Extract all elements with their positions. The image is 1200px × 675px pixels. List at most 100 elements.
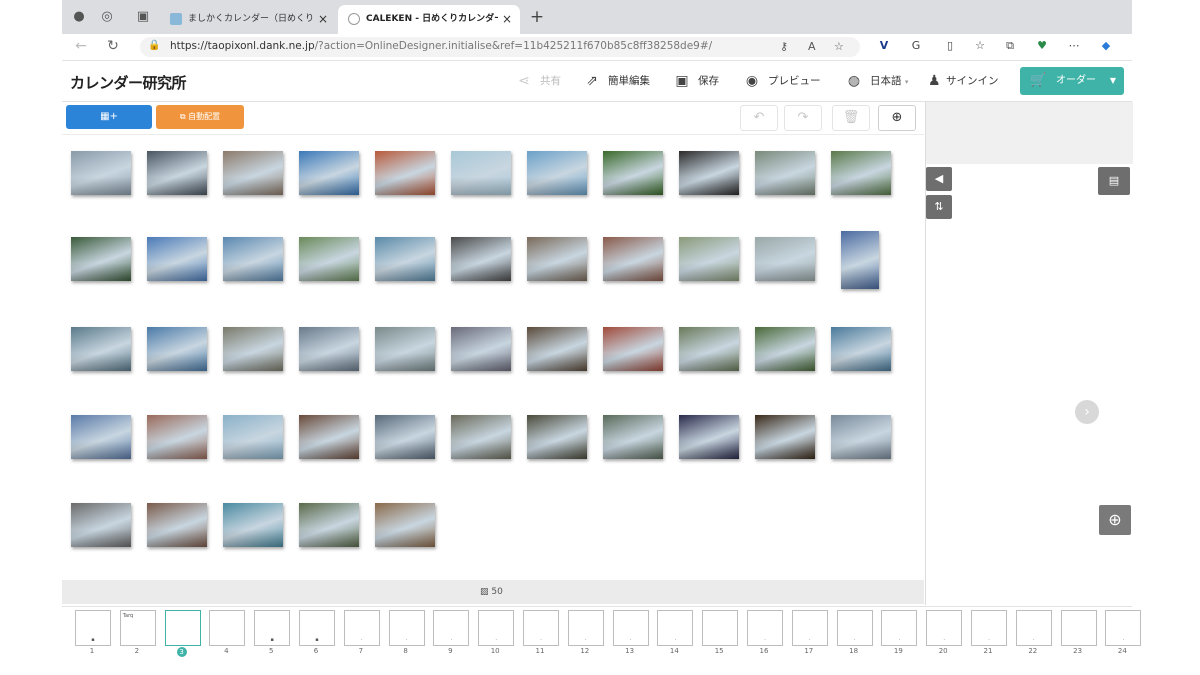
read-aloud-icon[interactable]: A xyxy=(808,40,816,53)
page-thumbnail[interactable]: Tarq xyxy=(119,610,156,646)
page-thumbnail[interactable]: · xyxy=(1105,610,1142,646)
page-number[interactable]: 8 xyxy=(389,647,423,655)
redo-button[interactable]: ↷ xyxy=(784,105,822,131)
photo-thumbnail[interactable] xyxy=(223,327,283,371)
page-number[interactable]: 16 xyxy=(747,647,781,655)
page-number[interactable]: 22 xyxy=(1016,647,1050,655)
page-thumbnail[interactable]: · xyxy=(567,610,604,646)
photo-thumbnail[interactable] xyxy=(147,503,207,547)
simple-edit-button[interactable]: ⇗ 簡単編集 xyxy=(582,71,650,91)
photo-thumbnail[interactable] xyxy=(71,415,131,459)
tab-actions-icon[interactable]: ▣ xyxy=(134,8,152,26)
page-thumbnail[interactable]: · xyxy=(343,610,380,646)
undo-button[interactable]: ↶ xyxy=(740,105,778,131)
workspaces-icon[interactable]: ◎ xyxy=(98,8,116,26)
photo-thumbnail[interactable] xyxy=(831,151,891,195)
page-thumbnail[interactable]: · xyxy=(657,610,694,646)
save-button[interactable]: ▣ 保存 xyxy=(672,71,719,91)
tab-close-icon[interactable]: × xyxy=(500,5,514,34)
photo-thumbnail[interactable] xyxy=(603,415,663,459)
photo-thumbnail[interactable] xyxy=(375,237,435,281)
page-number[interactable]: 5 xyxy=(254,647,288,655)
photo-thumbnail[interactable] xyxy=(679,415,739,459)
refresh-icon[interactable]: ↻ xyxy=(104,37,122,55)
swap-button[interactable]: ⇅ xyxy=(926,195,952,219)
photo-thumbnail[interactable] xyxy=(527,237,587,281)
photo-thumbnail[interactable] xyxy=(451,415,511,459)
photo-thumbnail[interactable] xyxy=(71,503,131,547)
more-menu-icon[interactable]: ⋯ xyxy=(1066,38,1082,54)
photo-thumbnail[interactable] xyxy=(527,415,587,459)
extension-v-icon[interactable]: V xyxy=(876,38,892,54)
preview-button[interactable]: ◉ プレビュー xyxy=(742,71,821,91)
page-number[interactable]: 11 xyxy=(523,647,557,655)
photo-thumbnail[interactable] xyxy=(147,327,207,371)
photo-thumbnail[interactable] xyxy=(223,503,283,547)
page-thumbnail[interactable]: · xyxy=(881,610,918,646)
share-button[interactable]: ⋖ 共有 xyxy=(514,71,561,91)
split-screen-icon[interactable]: ▯ xyxy=(942,38,958,54)
photo-thumbnail[interactable] xyxy=(299,327,359,371)
photo-thumbnail[interactable] xyxy=(71,327,131,371)
page-thumbnail[interactable]: · xyxy=(388,610,425,646)
page-number[interactable]: 19 xyxy=(881,647,915,655)
photo-thumbnail[interactable] xyxy=(679,327,739,371)
photo-thumbnail[interactable] xyxy=(451,237,511,281)
photo-thumbnail[interactable] xyxy=(71,151,131,195)
auto-place-button[interactable]: ⧉ 自動配置 xyxy=(156,105,244,129)
tab-close-icon[interactable]: × xyxy=(316,5,330,34)
browser-essentials-icon[interactable]: ♥ xyxy=(1034,38,1050,54)
page-number[interactable]: 12 xyxy=(568,647,602,655)
tab-mashikaku[interactable]: ましかくカレンダー（日めくり）・ × xyxy=(160,5,336,34)
page-thumbnail[interactable]: · xyxy=(612,610,649,646)
profile-icon[interactable]: ● xyxy=(70,8,88,26)
photo-thumbnail[interactable] xyxy=(527,151,587,195)
photo-thumbnail[interactable] xyxy=(375,151,435,195)
preview-zoom-button[interactable]: ⊕ xyxy=(1099,505,1131,535)
photo-thumbnail[interactable] xyxy=(831,327,891,371)
page-number[interactable]: 6 xyxy=(299,647,333,655)
page-thumbnail[interactable]: ▪ xyxy=(254,610,291,646)
photo-thumbnail[interactable] xyxy=(527,327,587,371)
page-settings-button[interactable]: ▤ xyxy=(1098,167,1130,195)
photo-thumbnail[interactable] xyxy=(679,151,739,195)
url-text[interactable]: https://taopixonl.dank.ne.jp/?action=Onl… xyxy=(170,40,712,52)
page-thumbnail[interactable] xyxy=(702,610,739,646)
photo-thumbnail[interactable] xyxy=(755,415,815,459)
page-number[interactable]: 10 xyxy=(478,647,512,655)
page-number[interactable]: 20 xyxy=(926,647,960,655)
photo-thumbnail[interactable] xyxy=(679,237,739,281)
caret-down-icon[interactable]: ▼ xyxy=(1110,67,1116,95)
page-thumbnail[interactable]: · xyxy=(836,610,873,646)
photo-thumbnail[interactable] xyxy=(223,237,283,281)
page-thumbnail[interactable]: · xyxy=(747,610,783,646)
copilot-icon[interactable]: ◆ xyxy=(1098,38,1114,54)
zoom-button[interactable]: ⊕ xyxy=(878,105,916,131)
page-number[interactable]: 4 xyxy=(209,647,243,655)
page-thumbnail[interactable]: · xyxy=(433,610,470,646)
url-bar[interactable]: 🔒 https://taopixonl.dank.ne.jp/?action=O… xyxy=(140,37,860,57)
page-thumbnail[interactable]: · xyxy=(523,610,559,646)
photo-thumbnail[interactable] xyxy=(223,415,283,459)
page-thumbnail[interactable]: ▪ xyxy=(299,610,335,646)
photo-thumbnail[interactable] xyxy=(71,237,131,281)
collapse-left-button[interactable]: ◀ xyxy=(926,167,952,191)
photo-thumbnail[interactable] xyxy=(299,237,359,281)
page-number[interactable]: 7 xyxy=(344,647,378,655)
photo-thumbnail[interactable] xyxy=(603,327,663,371)
page-number[interactable]: 15 xyxy=(702,647,736,655)
delete-button[interactable]: 🗑 xyxy=(832,105,870,131)
extension-g-icon[interactable]: G xyxy=(908,38,924,54)
page-thumbnail[interactable]: · xyxy=(1015,610,1052,646)
page-number[interactable]: 1 xyxy=(75,647,109,655)
photo-thumbnail[interactable] xyxy=(603,237,663,281)
page-thumbnail[interactable]: · xyxy=(478,610,515,646)
photo-thumbnail[interactable] xyxy=(223,151,283,195)
language-selector[interactable]: ◍ 日本語 ▾ xyxy=(844,71,908,91)
page-thumbnail[interactable]: · xyxy=(791,610,828,646)
page-thumbnail[interactable] xyxy=(209,610,246,646)
photo-thumbnail[interactable] xyxy=(755,237,815,281)
photo-thumbnail[interactable] xyxy=(375,503,435,547)
photo-thumbnail[interactable] xyxy=(451,327,511,371)
signin-button[interactable]: ♟ サインイン xyxy=(928,71,999,91)
